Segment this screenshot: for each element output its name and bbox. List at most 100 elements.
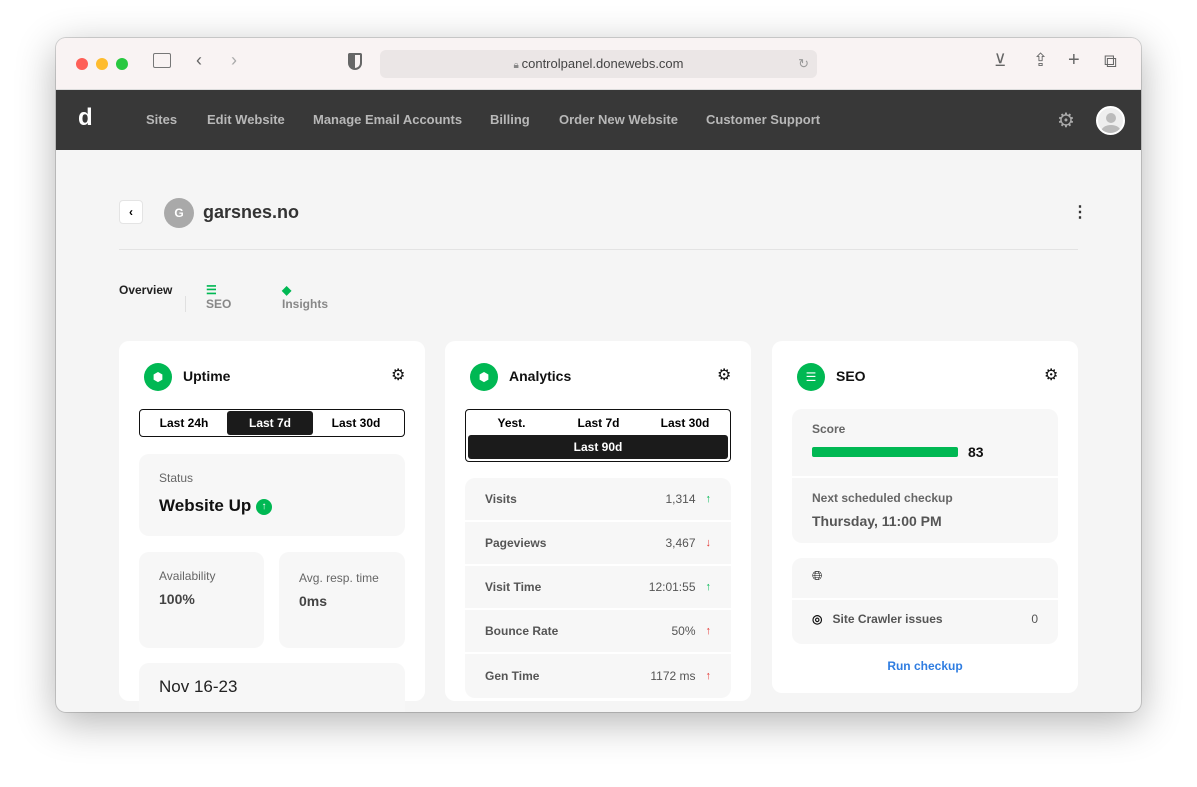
sidebar-toggle-icon[interactable] xyxy=(153,53,171,68)
range-7d[interactable]: Last 7d xyxy=(227,411,313,435)
status-up-icon: ↑ xyxy=(256,499,272,515)
analytics-stats: Visits 1,314 ↑ Pageviews 3,467 ↓ Visit Time 1… xyxy=(465,478,731,698)
stat-value: 1,314 xyxy=(665,492,696,506)
share-icon[interactable]: ⇪ xyxy=(1033,50,1048,71)
analytics-card: ⬢ Analytics ⚙ Yest. Last 7d Last 30d Last … xyxy=(445,341,751,701)
stat-row-visits: Visits 1,314 ↑ xyxy=(465,478,731,522)
nav-manage-email[interactable]: Manage Email Accounts xyxy=(313,112,462,127)
stat-row-visit-time: Visit Time 12:01:55 ↑ xyxy=(465,566,731,610)
new-tab-icon[interactable]: + xyxy=(1068,49,1080,72)
stat-label: Visits xyxy=(485,492,517,506)
insights-icon: ◆ xyxy=(282,283,292,297)
seo-icon: ☰ xyxy=(797,363,825,391)
card-title: SEO xyxy=(836,368,866,384)
crawler-count: 0 xyxy=(1031,612,1038,626)
more-options-icon[interactable]: ⋮ xyxy=(1072,202,1088,222)
analytics-icon: ⬢ xyxy=(470,363,498,391)
user-avatar[interactable] xyxy=(1096,106,1125,135)
lock-icon: 🔒︎ xyxy=(513,60,522,71)
tab-insights[interactable]: ◆ Insights xyxy=(282,283,328,311)
crawler-row[interactable]: ◎ Site Crawler issues 0 xyxy=(792,600,1058,638)
stat-label: Gen Time xyxy=(485,669,540,683)
analytics-settings-icon[interactable]: ⚙ xyxy=(717,365,731,385)
settings-gear-icon[interactable]: ⚙ xyxy=(1057,108,1075,133)
tab-label: SEO xyxy=(206,297,232,311)
tab-divider xyxy=(185,296,186,312)
top-nav: d Sites Edit Website Manage Email Accoun… xyxy=(56,90,1141,150)
stat-label: Pageviews xyxy=(485,536,547,550)
availability-box: Availability 100% xyxy=(139,552,264,648)
next-checkup-label: Next scheduled checkup xyxy=(812,491,953,505)
response-time-box: Avg. resp. time 0ms xyxy=(279,552,405,648)
score-bar xyxy=(812,447,958,457)
range-24h[interactable]: Last 24h xyxy=(141,411,227,435)
seo-settings-icon[interactable]: ⚙ xyxy=(1044,365,1058,385)
forward-icon[interactable]: › xyxy=(231,50,237,71)
uptime-range-selector: Last 24h Last 7d Last 30d xyxy=(139,409,405,437)
stat-row-bounce-rate: Bounce Rate 50% ↑ xyxy=(465,610,731,654)
availability-label: Availability xyxy=(159,569,216,583)
period-box: Nov 16-23 xyxy=(139,663,405,712)
minimize-window-button[interactable] xyxy=(96,58,108,70)
arrow-up-icon: ↑ xyxy=(705,581,712,593)
browser-titlebar: ‹ › 🔒︎ controlpanel.donewebs.com ↻ ⊻ ⇪ + … xyxy=(56,38,1141,90)
nav-sites[interactable]: Sites xyxy=(146,112,177,127)
seo-issues-box: 🌐︎ ◎ Site Crawler issues 0 xyxy=(792,558,1058,644)
back-icon[interactable]: ‹ xyxy=(196,50,202,71)
nav-billing[interactable]: Billing xyxy=(490,112,530,127)
nav-customer-support[interactable]: Customer Support xyxy=(706,112,820,127)
browser-window: ‹ › 🔒︎ controlpanel.donewebs.com ↻ ⊻ ⇪ + … xyxy=(56,38,1141,712)
score-value: 83 xyxy=(968,444,984,460)
crawler-target-icon: ◎ xyxy=(812,612,823,626)
divider xyxy=(119,249,1078,250)
stat-label: Visit Time xyxy=(485,580,542,594)
card-title: Uptime xyxy=(183,368,231,384)
tabs-overview-icon[interactable]: ⧉ xyxy=(1104,51,1117,72)
close-window-button[interactable] xyxy=(76,58,88,70)
arrow-down-icon: ↓ xyxy=(705,537,712,549)
status-value: Website Up xyxy=(159,496,252,515)
range-7d[interactable]: Last 7d xyxy=(555,411,642,435)
nav-edit-website[interactable]: Edit Website xyxy=(207,112,285,127)
stat-value: 12:01:55 xyxy=(648,580,696,594)
reload-icon[interactable]: ↻ xyxy=(798,50,809,78)
card-title: Analytics xyxy=(509,368,572,384)
period-label: Nov 16-23 xyxy=(159,677,238,696)
site-avatar: G xyxy=(164,198,194,228)
response-time-label: Avg. resp. time xyxy=(299,571,379,585)
stat-row-gen-time: Gen Time 1172 ms ↑ xyxy=(465,654,731,698)
analytics-range-selector: Yest. Last 7d Last 30d Last 90d xyxy=(465,409,731,462)
uptime-card: ⬢ Uptime ⚙ Last 24h Last 7d Last 30d Statu… xyxy=(119,341,425,712)
status-box: Status Website Up ↑ xyxy=(139,454,405,536)
range-30d[interactable]: Last 30d xyxy=(313,411,399,435)
url-text: controlpanel.donewebs.com xyxy=(521,56,684,71)
uptime-settings-icon[interactable]: ⚙ xyxy=(391,365,405,385)
crawler-label: Site Crawler issues xyxy=(832,612,943,626)
next-checkup-value: Thursday, 11:00 PM xyxy=(812,513,942,529)
address-bar[interactable]: 🔒︎ controlpanel.donewebs.com ↻ xyxy=(380,50,817,78)
arrow-up-red-icon: ↑ xyxy=(705,625,712,637)
seo-icon: ☰ xyxy=(206,283,217,297)
seo-score-box: Score 83 Next scheduled checkup Thursday… xyxy=(792,409,1058,543)
stat-value: 50% xyxy=(671,624,696,638)
stat-row-pageviews: Pageviews 3,467 ↓ xyxy=(465,522,731,566)
arrow-up-red-icon: ↑ xyxy=(705,670,712,682)
range-30d[interactable]: Last 30d xyxy=(642,411,728,435)
logo[interactable]: d xyxy=(78,104,93,132)
shield-icon[interactable] xyxy=(348,53,362,70)
status-label: Status xyxy=(159,471,194,485)
tab-seo[interactable]: ☰ SEO xyxy=(206,283,231,311)
nav-order-website[interactable]: Order New Website xyxy=(559,112,678,127)
range-yesterday[interactable]: Yest. xyxy=(468,411,555,435)
range-90d[interactable]: Last 90d xyxy=(468,435,728,459)
tab-overview[interactable]: Overview xyxy=(119,283,172,297)
tab-label: Insights xyxy=(282,297,329,311)
download-icon[interactable]: ⊻ xyxy=(994,51,1006,71)
back-button[interactable]: ‹ xyxy=(119,200,143,224)
stat-value: 3,467 xyxy=(665,536,696,550)
seo-card: ☰ SEO ⚙ Score 83 Next scheduled checkup … xyxy=(772,341,1078,693)
run-checkup-link[interactable]: Run checkup xyxy=(772,659,1078,673)
availability-value: 100% xyxy=(159,591,195,607)
maximize-window-button[interactable] xyxy=(116,58,128,70)
response-time-value: 0ms xyxy=(299,593,328,609)
